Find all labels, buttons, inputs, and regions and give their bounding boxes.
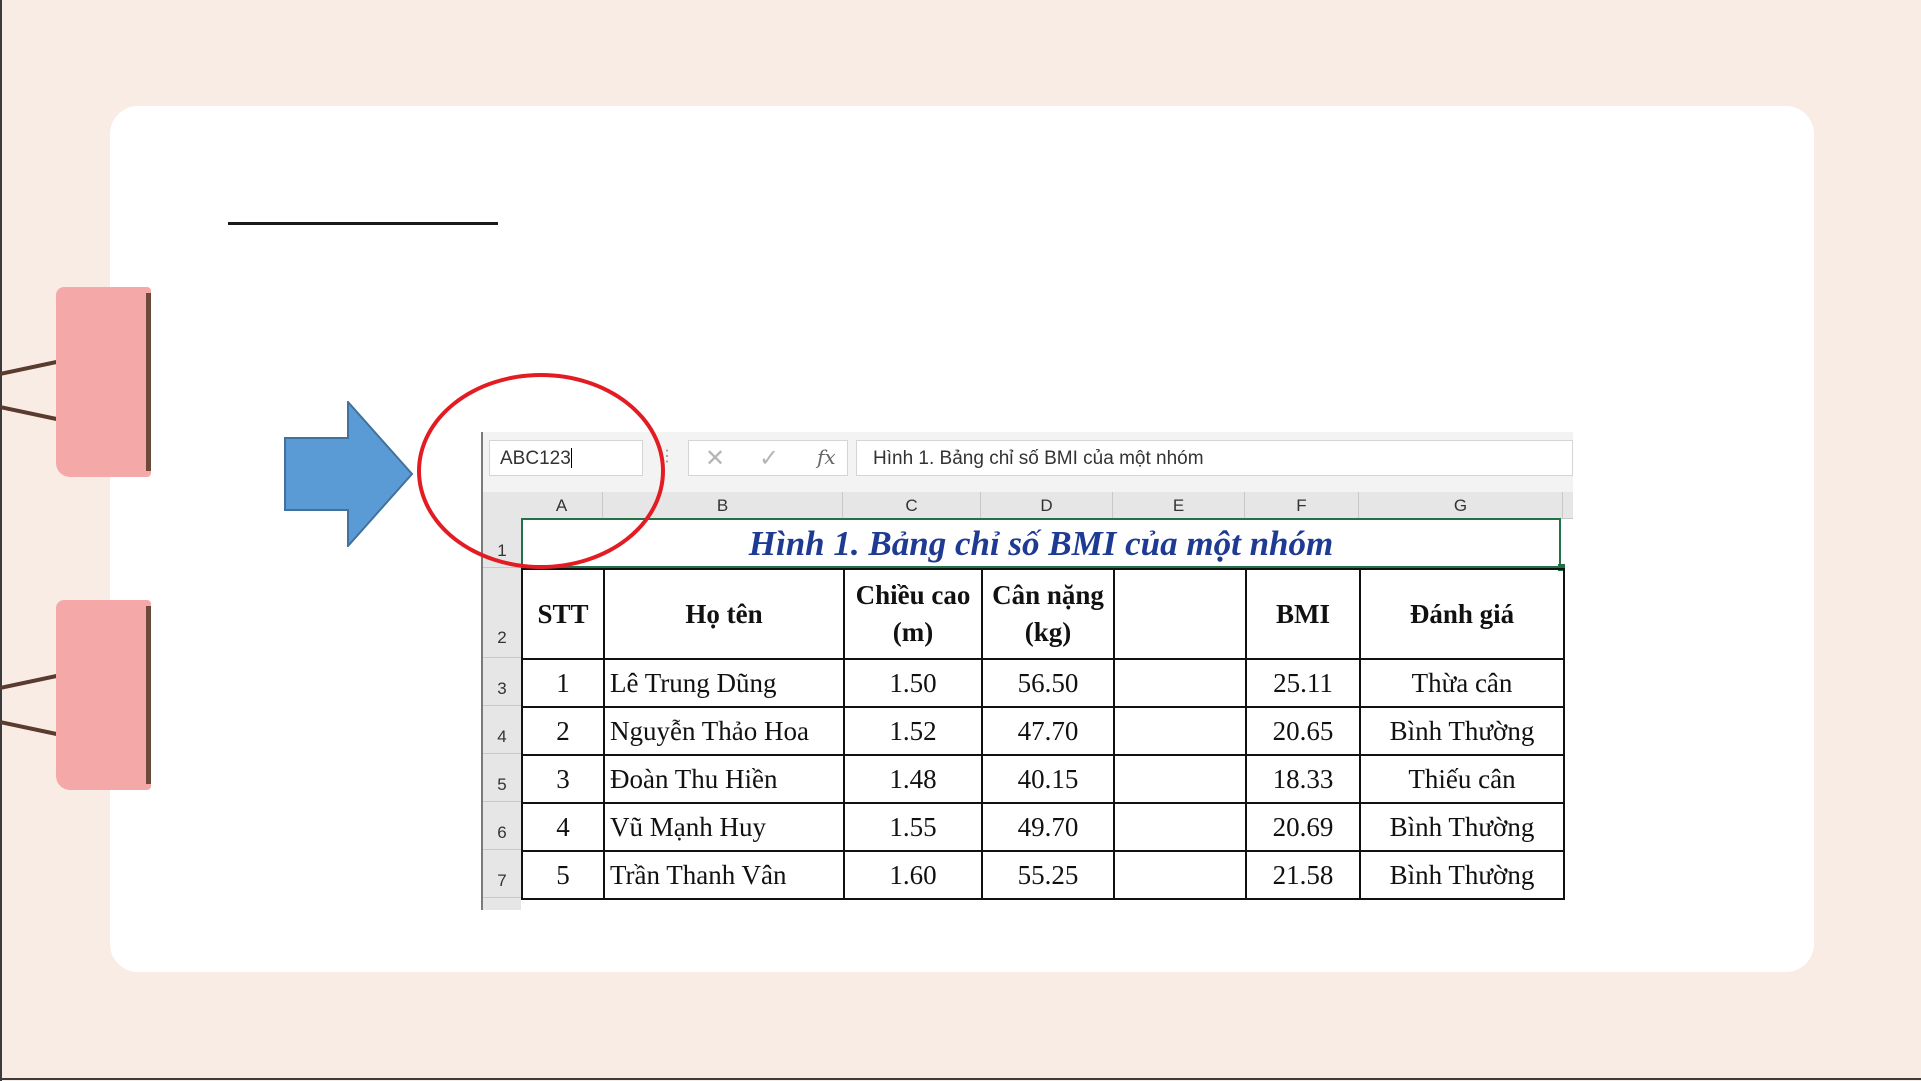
binder-clip-icon — [56, 600, 151, 790]
binder-clip-icon — [56, 287, 151, 477]
header-bmi[interactable]: BMI — [1245, 568, 1361, 660]
cancel-icon[interactable]: ✕ — [705, 444, 725, 473]
formula-buttons: ✕ ✓ fx — [688, 440, 848, 476]
cell-height[interactable]: 1.60 — [843, 850, 983, 900]
cell-bmi[interactable]: 20.69 — [1245, 802, 1361, 852]
table-row: 1 Lê Trung Dũng 1.50 56.50 25.11 Thừa câ… — [521, 658, 1565, 708]
cell-name[interactable]: Nguyễn Thảo Hoa — [603, 706, 845, 756]
header-eval[interactable]: Đánh giá — [1359, 568, 1565, 660]
cell-bmi[interactable]: 20.65 — [1245, 706, 1361, 756]
cell-stt[interactable]: 3 — [521, 754, 605, 804]
table-row: 4 Vũ Mạnh Huy 1.55 49.70 20.69 Bình Thườ… — [521, 802, 1565, 852]
header-height-line1: Chiều cao — [855, 580, 971, 610]
header-height[interactable]: Chiều cao (m) — [843, 568, 983, 660]
annotation-circle — [417, 373, 665, 569]
table-row: 2 Nguyễn Thảo Hoa 1.52 47.70 20.65 Bình … — [521, 706, 1565, 756]
row-headers: 1 2 3 4 5 6 7 — [483, 518, 521, 910]
cell-weight[interactable]: 49.70 — [981, 802, 1115, 852]
column-header-g[interactable]: G — [1359, 492, 1563, 518]
cell-e[interactable] — [1113, 706, 1247, 756]
column-header-c[interactable]: C — [843, 492, 981, 518]
cell-height[interactable]: 1.52 — [843, 706, 983, 756]
cell-weight[interactable]: 56.50 — [981, 658, 1115, 708]
row-header-6[interactable]: 6 — [483, 802, 521, 850]
column-header-f[interactable]: F — [1245, 492, 1359, 518]
header-weight-line2: (kg) — [1024, 617, 1072, 647]
header-weight-line1: Cân nặng — [992, 580, 1104, 610]
frame-bottom-line — [0, 1078, 1921, 1080]
cell-height[interactable]: 1.48 — [843, 754, 983, 804]
title-underline — [228, 222, 498, 225]
cell-weight[interactable]: 40.15 — [981, 754, 1115, 804]
cell-height[interactable]: 1.50 — [843, 658, 983, 708]
header-stt[interactable]: STT — [521, 568, 605, 660]
cell-bmi[interactable]: 25.11 — [1245, 658, 1361, 708]
row-header-5[interactable]: 5 — [483, 754, 521, 802]
insert-function-icon[interactable]: fx — [817, 445, 836, 469]
cell-name[interactable]: Lê Trung Dũng — [603, 658, 845, 708]
cell-name[interactable]: Trần Thanh Vân — [603, 850, 845, 900]
frame-left-line — [0, 0, 2, 1081]
cell-e[interactable] — [1113, 802, 1247, 852]
enter-check-icon[interactable]: ✓ — [759, 444, 779, 473]
cell-weight[interactable]: 55.25 — [981, 850, 1115, 900]
table-row: 3 Đoàn Thu Hiền 1.48 40.15 18.33 Thiếu c… — [521, 754, 1565, 804]
cell-height[interactable]: 1.55 — [843, 802, 983, 852]
bmi-table: STT Họ tên Chiều cao (m) Cân nặng (kg) BMI… — [521, 568, 1565, 900]
cell-eval[interactable]: Bình Thường — [1359, 850, 1565, 900]
cell-name[interactable]: Đoàn Thu Hiền — [603, 754, 845, 804]
cell-bmi[interactable]: 18.33 — [1245, 754, 1361, 804]
cell-stt[interactable]: 5 — [521, 850, 605, 900]
cell-stt[interactable]: 2 — [521, 706, 605, 756]
cell-e[interactable] — [1113, 754, 1247, 804]
cell-bmi[interactable]: 21.58 — [1245, 850, 1361, 900]
row-header-4[interactable]: 4 — [483, 706, 521, 754]
cell-eval[interactable]: Thừa cân — [1359, 658, 1565, 708]
formula-input[interactable]: Hình 1. Bảng chỉ số BMI của một nhóm — [856, 440, 1573, 476]
table-row: 5 Trần Thanh Vân 1.60 55.25 21.58 Bình T… — [521, 850, 1565, 900]
cell-stt[interactable]: 1 — [521, 658, 605, 708]
table-header-row: STT Họ tên Chiều cao (m) Cân nặng (kg) BMI… — [521, 568, 1565, 660]
header-e[interactable] — [1113, 568, 1247, 660]
cell-grid: Hình 1. Bảng chỉ số BMI của một nhóm STT… — [521, 518, 1573, 910]
column-header-d[interactable]: D — [981, 492, 1113, 518]
row-header-3[interactable]: 3 — [483, 658, 521, 706]
cell-name[interactable]: Vũ Mạnh Huy — [603, 802, 845, 852]
cell-eval[interactable]: Thiếu cân — [1359, 754, 1565, 804]
cell-eval[interactable]: Bình Thường — [1359, 706, 1565, 756]
header-height-line2: (m) — [892, 617, 934, 647]
header-name[interactable]: Họ tên — [603, 568, 845, 660]
right-arrow-icon — [284, 401, 414, 547]
cell-e[interactable] — [1113, 850, 1247, 900]
cell-stt[interactable]: 4 — [521, 802, 605, 852]
column-header-e[interactable]: E — [1113, 492, 1245, 518]
cell-e[interactable] — [1113, 658, 1247, 708]
cell-weight[interactable]: 47.70 — [981, 706, 1115, 756]
header-weight[interactable]: Cân nặng (kg) — [981, 568, 1115, 660]
row-header-7[interactable]: 7 — [483, 850, 521, 898]
cell-eval[interactable]: Bình Thường — [1359, 802, 1565, 852]
table-title-cell[interactable]: Hình 1. Bảng chỉ số BMI của một nhóm — [521, 518, 1561, 568]
row-header-2[interactable]: 2 — [483, 568, 521, 658]
